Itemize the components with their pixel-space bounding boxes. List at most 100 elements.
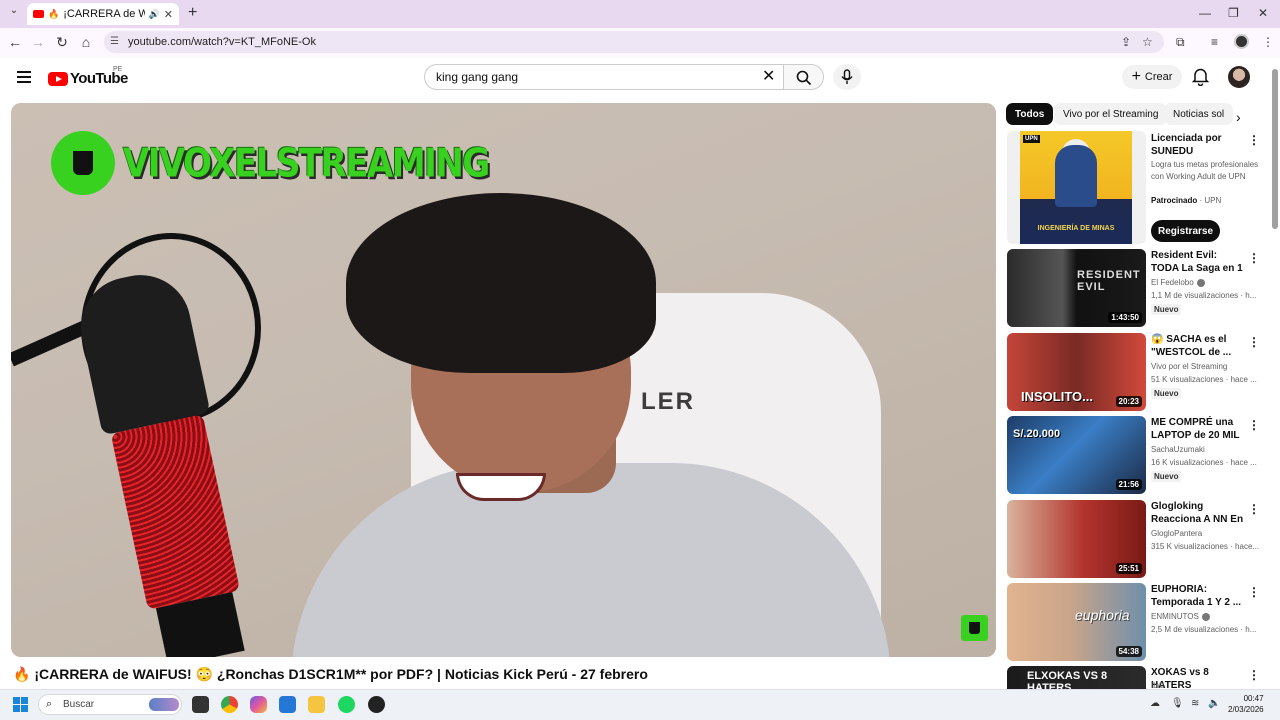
voice-search-button[interactable] — [833, 64, 861, 90]
chip-todos[interactable]: Todos — [1006, 103, 1054, 125]
tab-search-icon[interactable]: ⌄ — [6, 5, 22, 21]
taskbar-clock[interactable]: 00:47 2/03/2026 — [1228, 693, 1264, 715]
restore-icon[interactable]: ❐ — [1228, 6, 1239, 20]
tab-title: ¡CARRERA de WAIFUS! ( — [63, 8, 145, 20]
recommendation-thumbnail[interactable]: INSOLITO... 20:23 — [1007, 333, 1146, 411]
url-text: youtube.com/watch?v=KT_MFoNE-Ok — [128, 36, 316, 48]
network-icon[interactable]: ☁ — [1150, 698, 1160, 709]
youtube-play-icon — [48, 71, 68, 86]
address-bar[interactable]: youtube.com/watch?v=KT_MFoNE-Ok — [104, 31, 1164, 53]
recommendation-item[interactable]: euphoria 54:38 EUPHORIA: Temporada 1 Y 2… — [1007, 583, 1259, 661]
plus-icon: + — [1131, 68, 1141, 85]
browser-tab[interactable]: 🔥 ¡CARRERA de WAIFUS! ( 🔊 ✕ — [27, 3, 179, 25]
page-scrollbar[interactable] — [1270, 57, 1280, 689]
channel-brand-overlay: VIVOXELSTREAMING — [123, 141, 490, 187]
chrome-icon[interactable] — [221, 696, 238, 713]
recommendation-title[interactable]: Resident Evil: TODA La Saga en 1 Video — [1151, 249, 1245, 275]
chip-vivo-por-el-streaming[interactable]: Vivo por el Streaming — [1054, 103, 1168, 125]
file-explorer-icon[interactable] — [308, 696, 325, 713]
chip-noticias[interactable]: Noticias sol — [1164, 103, 1234, 125]
recommendation-title[interactable]: Glogloking Reacciona A NN En La ... — [1151, 500, 1245, 526]
browser-profile-avatar[interactable] — [1234, 34, 1249, 49]
recommendation-channel: SachaUzumaki — [1151, 445, 1205, 454]
media-control-icon[interactable]: ≡ — [1211, 35, 1218, 49]
recommendation-thumbnail[interactable]: S/.20.000 21:56 — [1007, 416, 1146, 494]
recommendation-more-icon[interactable]: ⋮ — [1248, 335, 1260, 349]
tab-close-icon[interactable]: ✕ — [164, 8, 173, 21]
chevron-right-icon[interactable]: › — [1236, 109, 1241, 125]
recommendation-more-icon[interactable]: ⋮ — [1248, 668, 1260, 682]
taskbar-search[interactable]: Buscar — [38, 694, 182, 715]
new-tab-button[interactable]: + — [188, 4, 197, 22]
create-label: Crear — [1144, 71, 1173, 83]
volume-icon[interactable]: 🔈 — [1208, 698, 1220, 709]
ad-register-button[interactable]: Registrarse — [1151, 220, 1220, 242]
recommendation-thumbnail[interactable]: euphoria 54:38 — [1007, 583, 1146, 661]
recommendation-item[interactable]: 25:51 Glogloking Reacciona A NN En La ..… — [1007, 500, 1259, 578]
recommendation-channel: ENMINUTOS — [1151, 612, 1210, 621]
recommendation-item[interactable]: INSOLITO... 20:23 😱 SACHA es el "WESTCOL… — [1007, 333, 1259, 411]
user-avatar[interactable] — [1228, 66, 1250, 88]
microphone-icon — [841, 69, 853, 84]
window-close-icon[interactable]: ✕ — [1258, 6, 1268, 20]
site-info-icon[interactable]: ☰ — [110, 36, 119, 47]
app-icon[interactable] — [368, 696, 385, 713]
recommendation-item[interactable]: S/.20.000 21:56 ME COMPRÉ una LAPTOP de … — [1007, 416, 1259, 494]
install-app-icon[interactable]: ⇪ — [1121, 35, 1131, 49]
ad-sponsor-line: Patrocinado · UPN — [1151, 196, 1221, 205]
search-button[interactable] — [783, 64, 824, 90]
clear-search-icon[interactable]: ✕ — [762, 66, 775, 86]
chair-brand-text: LER — [641, 388, 695, 415]
home-icon[interactable]: ⌂ — [77, 34, 95, 50]
recommendation-thumbnail[interactable]: ELXOKAS VS 8 HATERS — [1007, 666, 1146, 689]
ad-poster-caption: INGENIERÍA DE MINAS — [1037, 225, 1115, 232]
ad-more-icon[interactable]: ⋮ — [1248, 133, 1260, 147]
recommendation-item[interactable]: ELXOKAS VS 8 HATERS XOKAS vs 8 HATERS — [1007, 666, 1259, 689]
recommendation-more-icon[interactable]: ⋮ — [1248, 585, 1260, 599]
forward-icon[interactable]: → — [29, 34, 47, 50]
recommendation-thumbnail[interactable]: 25:51 — [1007, 500, 1146, 578]
recommendation-title[interactable]: 😱 SACHA es el "WESTCOL de ... — [1151, 333, 1245, 359]
spotify-icon[interactable] — [338, 696, 355, 713]
copilot-icon[interactable] — [250, 696, 267, 713]
task-view-icon[interactable] — [192, 696, 209, 713]
video-duration: 54:38 — [1115, 646, 1142, 657]
recommendation-title[interactable]: EUPHORIA: Temporada 1 Y 2 ... — [1151, 583, 1245, 609]
video-duration: 21:56 — [1115, 479, 1142, 490]
mic-tray-icon[interactable]: 🎙 — [1171, 698, 1184, 709]
search-input[interactable]: king gang gang — [424, 64, 784, 90]
create-button[interactable]: + Crear — [1122, 65, 1182, 89]
recommendation-more-icon[interactable]: ⋮ — [1248, 418, 1260, 432]
recommendation-channel: El Fedelobo — [1151, 278, 1205, 287]
ad-sponsor-name: · UPN — [1199, 196, 1222, 205]
video-duration: 25:51 — [1115, 563, 1142, 574]
recommendation-item[interactable]: RESIDENT EVIL 1:43:50 Resident Evil: TOD… — [1007, 249, 1259, 327]
windows-start-icon[interactable] — [13, 697, 28, 712]
bookmark-star-icon[interactable]: ☆ — [1142, 35, 1153, 49]
clock-time: 00:47 — [1243, 694, 1264, 703]
video-duration: 1:43:50 — [1108, 312, 1142, 323]
recommendation-thumbnail[interactable]: RESIDENT EVIL 1:43:50 — [1007, 249, 1146, 327]
channel-logo-overlay — [51, 131, 115, 195]
notifications-bell-icon[interactable] — [1192, 67, 1209, 86]
audio-playing-icon[interactable]: 🔊 — [149, 9, 160, 20]
extensions-icon[interactable]: ⧉ — [1176, 35, 1185, 50]
reload-icon[interactable]: ↻ — [53, 34, 71, 51]
channel-watermark-icon[interactable] — [961, 615, 988, 641]
recommendation-views: 51 K visualizaciones · hace ... — [1151, 375, 1257, 384]
back-icon[interactable]: ← — [6, 34, 24, 50]
recommendation-title[interactable]: ME COMPRÉ una LAPTOP de 20 MIL ... — [1151, 416, 1245, 442]
browser-menu-icon[interactable]: ⋮ — [1262, 35, 1274, 49]
minimize-icon[interactable]: — — [1199, 6, 1211, 20]
recommendation-more-icon[interactable]: ⋮ — [1248, 251, 1260, 265]
menu-icon[interactable] — [17, 71, 31, 83]
recommendation-title[interactable]: XOKAS vs 8 HATERS — [1151, 666, 1245, 689]
youtube-favicon-icon — [33, 10, 44, 18]
store-icon[interactable] — [279, 696, 296, 713]
recommendation-channel: GlogloPantera — [1151, 529, 1203, 538]
wifi-icon[interactable]: ≋ — [1191, 698, 1199, 709]
recommendation-more-icon[interactable]: ⋮ — [1248, 502, 1260, 516]
video-player[interactable]: LER VIVOXELSTREAMING — [11, 103, 996, 657]
ad-title[interactable]: Licenciada por SUNEDU — [1151, 132, 1243, 158]
recommendation-views: 16 K visualizaciones · hace ... — [1151, 458, 1257, 467]
